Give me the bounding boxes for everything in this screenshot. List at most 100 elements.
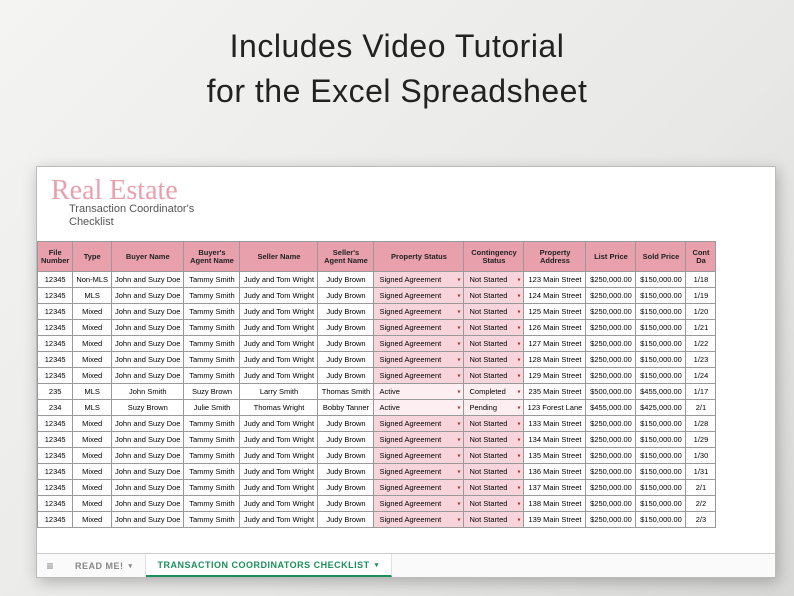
- cell-property-status-dropdown[interactable]: Signed Agreement: [374, 320, 464, 336]
- table-row[interactable]: 12345MixedJohn and Suzy DoeTammy SmithJu…: [38, 448, 716, 464]
- cell-buyers-agent[interactable]: Tammy Smith: [184, 352, 240, 368]
- table-row[interactable]: 235MLSJohn SmithSuzy BrownLarry SmithTho…: [38, 384, 716, 400]
- table-row[interactable]: 12345MixedJohn and Suzy DoeTammy SmithJu…: [38, 352, 716, 368]
- cell-date[interactable]: 1/17: [686, 384, 716, 400]
- cell-property-status-dropdown[interactable]: Signed Agreement: [374, 336, 464, 352]
- cell-property-status-dropdown[interactable]: Signed Agreement: [374, 352, 464, 368]
- cell-seller[interactable]: Judy and Tom Wright: [240, 496, 318, 512]
- table-row[interactable]: 12345MixedJohn and Suzy DoeTammy SmithJu…: [38, 336, 716, 352]
- cell-property-status-dropdown[interactable]: Signed Agreement: [374, 496, 464, 512]
- cell-list-price[interactable]: $250,000.00: [586, 320, 636, 336]
- cell-buyers-agent[interactable]: Tammy Smith: [184, 496, 240, 512]
- cell-contingency-status-dropdown[interactable]: Not Started: [464, 288, 524, 304]
- cell-file[interactable]: 12345: [38, 512, 73, 528]
- cell-buyers-agent[interactable]: Tammy Smith: [184, 304, 240, 320]
- cell-date[interactable]: 2/3: [686, 512, 716, 528]
- cell-buyers-agent[interactable]: Tammy Smith: [184, 336, 240, 352]
- cell-sellers-agent[interactable]: Judy Brown: [318, 320, 374, 336]
- cell-seller[interactable]: Judy and Tom Wright: [240, 368, 318, 384]
- cell-address[interactable]: 129 Main Street: [524, 368, 586, 384]
- cell-address[interactable]: 123 Forest Lane: [524, 400, 586, 416]
- cell-file[interactable]: 12345: [38, 272, 73, 288]
- cell-type[interactable]: Mixed: [73, 352, 112, 368]
- cell-date[interactable]: 1/29: [686, 432, 716, 448]
- cell-contingency-status-dropdown[interactable]: Not Started: [464, 496, 524, 512]
- table-row[interactable]: 12345MixedJohn and Suzy DoeTammy SmithJu…: [38, 512, 716, 528]
- cell-type[interactable]: Mixed: [73, 496, 112, 512]
- cell-sold-price[interactable]: $150,000.00: [636, 272, 686, 288]
- cell-contingency-status-dropdown[interactable]: Not Started: [464, 336, 524, 352]
- cell-property-status-dropdown[interactable]: Signed Agreement: [374, 288, 464, 304]
- cell-sellers-agent[interactable]: Judy Brown: [318, 496, 374, 512]
- cell-address[interactable]: 128 Main Street: [524, 352, 586, 368]
- col-file-number[interactable]: File Number: [38, 242, 73, 272]
- cell-buyer[interactable]: John and Suzy Doe: [112, 496, 184, 512]
- cell-sellers-agent[interactable]: Judy Brown: [318, 304, 374, 320]
- cell-file[interactable]: 234: [38, 400, 73, 416]
- cell-buyer[interactable]: John and Suzy Doe: [112, 512, 184, 528]
- cell-seller[interactable]: Judy and Tom Wright: [240, 288, 318, 304]
- cell-sellers-agent[interactable]: Judy Brown: [318, 352, 374, 368]
- cell-buyers-agent[interactable]: Suzy Brown: [184, 384, 240, 400]
- cell-property-status-dropdown[interactable]: Signed Agreement: [374, 464, 464, 480]
- cell-address[interactable]: 137 Main Street: [524, 480, 586, 496]
- cell-file[interactable]: 12345: [38, 448, 73, 464]
- cell-type[interactable]: Mixed: [73, 336, 112, 352]
- table-row[interactable]: 12345MixedJohn and Suzy DoeTammy SmithJu…: [38, 320, 716, 336]
- cell-seller[interactable]: Judy and Tom Wright: [240, 464, 318, 480]
- cell-sold-price[interactable]: $150,000.00: [636, 432, 686, 448]
- cell-sellers-agent[interactable]: Judy Brown: [318, 288, 374, 304]
- col-seller-name[interactable]: Seller Name: [240, 242, 318, 272]
- cell-buyer[interactable]: John and Suzy Doe: [112, 288, 184, 304]
- cell-list-price[interactable]: $250,000.00: [586, 304, 636, 320]
- col-property-address[interactable]: Property Address: [524, 242, 586, 272]
- menu-icon[interactable]: ≡: [37, 559, 63, 573]
- cell-date[interactable]: 1/31: [686, 464, 716, 480]
- cell-sellers-agent[interactable]: Judy Brown: [318, 448, 374, 464]
- cell-seller[interactable]: Judy and Tom Wright: [240, 272, 318, 288]
- cell-contingency-status-dropdown[interactable]: Not Started: [464, 368, 524, 384]
- cell-buyers-agent[interactable]: Tammy Smith: [184, 416, 240, 432]
- col-sellers-agent[interactable]: Seller's Agent Name: [318, 242, 374, 272]
- cell-buyers-agent[interactable]: Tammy Smith: [184, 464, 240, 480]
- cell-file[interactable]: 12345: [38, 368, 73, 384]
- cell-file[interactable]: 12345: [38, 304, 73, 320]
- cell-buyers-agent[interactable]: Tammy Smith: [184, 272, 240, 288]
- cell-list-price[interactable]: $250,000.00: [586, 432, 636, 448]
- cell-buyer[interactable]: John and Suzy Doe: [112, 336, 184, 352]
- cell-seller[interactable]: Judy and Tom Wright: [240, 352, 318, 368]
- cell-buyers-agent[interactable]: Tammy Smith: [184, 448, 240, 464]
- cell-list-price[interactable]: $250,000.00: [586, 480, 636, 496]
- cell-file[interactable]: 12345: [38, 464, 73, 480]
- cell-date[interactable]: 1/23: [686, 352, 716, 368]
- cell-address[interactable]: 123 Main Street: [524, 272, 586, 288]
- cell-buyers-agent[interactable]: Tammy Smith: [184, 288, 240, 304]
- table-row[interactable]: 12345MixedJohn and Suzy DoeTammy SmithJu…: [38, 432, 716, 448]
- cell-date[interactable]: 1/24: [686, 368, 716, 384]
- cell-address[interactable]: 127 Main Street: [524, 336, 586, 352]
- cell-date[interactable]: 1/21: [686, 320, 716, 336]
- cell-buyer[interactable]: John and Suzy Doe: [112, 320, 184, 336]
- cell-address[interactable]: 124 Main Street: [524, 288, 586, 304]
- col-contingency-status[interactable]: Contingency Status: [464, 242, 524, 272]
- cell-address[interactable]: 134 Main Street: [524, 432, 586, 448]
- cell-buyers-agent[interactable]: Julie Smith: [184, 400, 240, 416]
- cell-contingency-status-dropdown[interactable]: Not Started: [464, 432, 524, 448]
- cell-buyer[interactable]: John and Suzy Doe: [112, 480, 184, 496]
- cell-date[interactable]: 1/19: [686, 288, 716, 304]
- cell-type[interactable]: MLS: [73, 384, 112, 400]
- cell-type[interactable]: Mixed: [73, 368, 112, 384]
- col-type[interactable]: Type: [73, 242, 112, 272]
- cell-address[interactable]: 139 Main Street: [524, 512, 586, 528]
- cell-address[interactable]: 136 Main Street: [524, 464, 586, 480]
- cell-sellers-agent[interactable]: Judy Brown: [318, 368, 374, 384]
- cell-file[interactable]: 12345: [38, 288, 73, 304]
- cell-sold-price[interactable]: $150,000.00: [636, 512, 686, 528]
- cell-sold-price[interactable]: $425,000.00: [636, 400, 686, 416]
- cell-sold-price[interactable]: $150,000.00: [636, 464, 686, 480]
- cell-type[interactable]: MLS: [73, 288, 112, 304]
- cell-property-status-dropdown[interactable]: Signed Agreement: [374, 480, 464, 496]
- cell-contingency-status-dropdown[interactable]: Not Started: [464, 512, 524, 528]
- cell-buyer[interactable]: John and Suzy Doe: [112, 416, 184, 432]
- col-sold-price[interactable]: Sold Price: [636, 242, 686, 272]
